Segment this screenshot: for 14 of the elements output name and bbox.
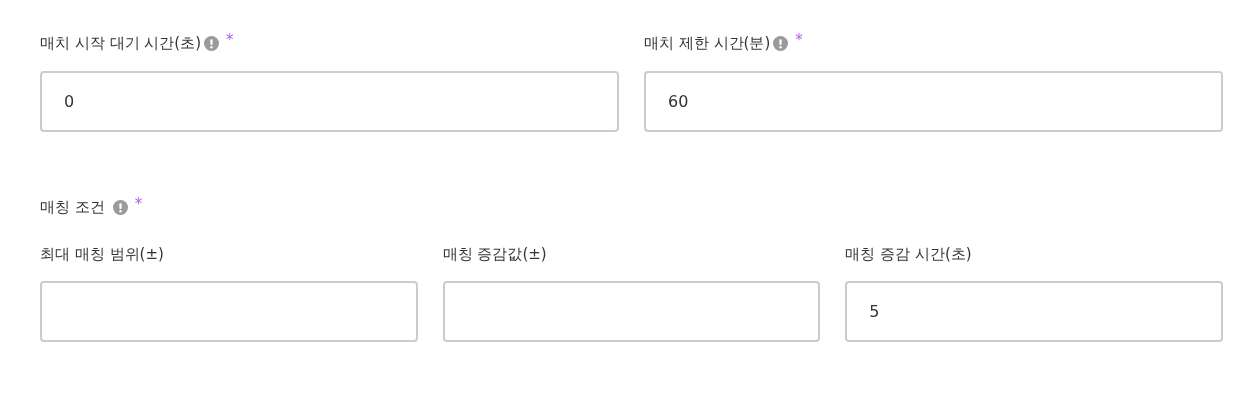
required-mark: * bbox=[795, 31, 803, 49]
field-label: 매치 시작 대기 시간(초) bbox=[40, 33, 201, 53]
field-label: 매치 제한 시간(분) bbox=[644, 33, 771, 53]
input-field[interactable] bbox=[442, 281, 821, 342]
field-label: 매칭 조건 bbox=[40, 197, 105, 217]
field-label: 최대 매칭 범위(±) bbox=[40, 244, 164, 264]
field-label: 매칭 증감값(±) bbox=[442, 244, 547, 264]
field-label: 매칭 증감 시간(초) bbox=[845, 244, 972, 264]
input-field[interactable]: 5 bbox=[845, 281, 1223, 342]
input-field[interactable] bbox=[40, 281, 418, 342]
required-mark: * bbox=[226, 31, 234, 49]
input-field[interactable]: 60 bbox=[644, 71, 1223, 132]
input-field[interactable]: 0 bbox=[40, 71, 619, 132]
required-mark: * bbox=[134, 195, 143, 213]
